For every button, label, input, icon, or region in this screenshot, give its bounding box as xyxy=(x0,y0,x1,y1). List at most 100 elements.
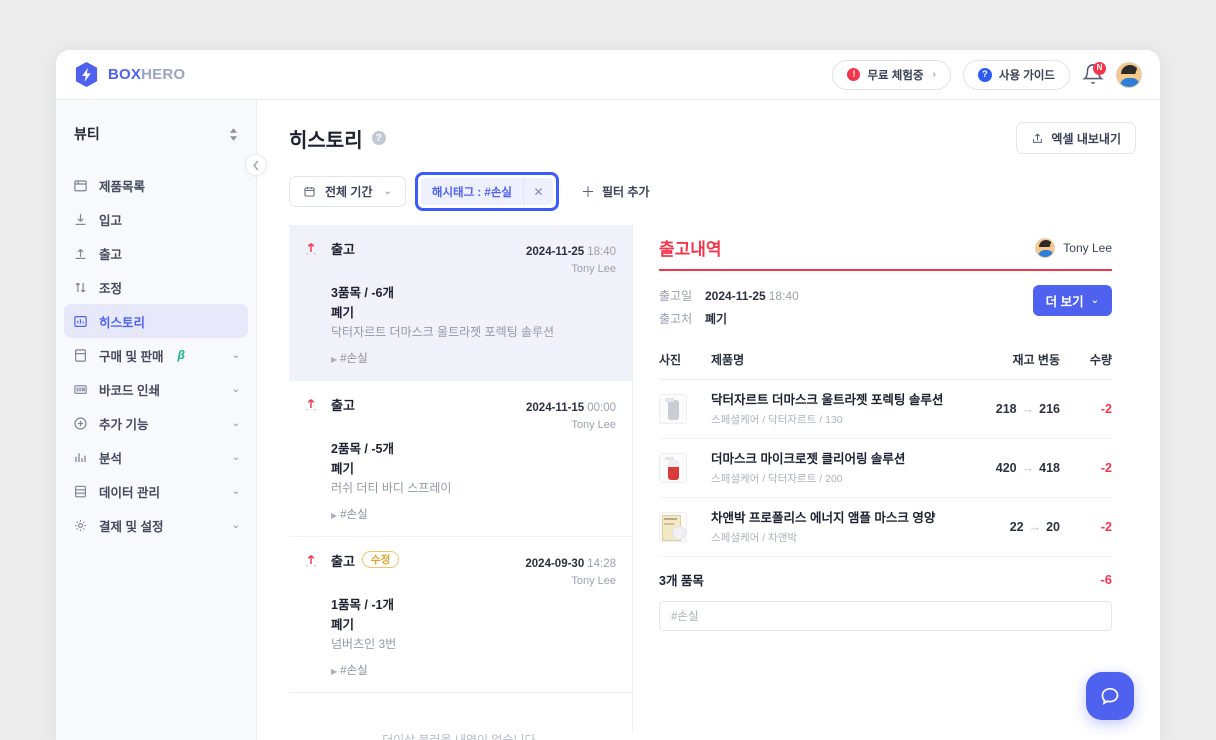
sidebar-item-products[interactable]: 제품목록 xyxy=(64,168,248,202)
table-row[interactable]: 차앤박 프로폴리스 에너지 앰플 마스크 영양 스페셜케어 / 차앤박 22 → 2… xyxy=(659,497,1112,557)
sidebar-item-label: 분석 xyxy=(99,451,123,466)
history-card-time: 14:28 xyxy=(587,558,616,571)
cell-stock-change: 22 → 20 xyxy=(950,497,1060,557)
detail-user: Tony Lee xyxy=(1035,237,1112,258)
notification-badge: N xyxy=(1093,61,1106,75)
history-card[interactable]: 출고 2024-11-25 18:40 Tony Lee 3품목 / -6개 폐기 xyxy=(289,225,632,382)
table-row[interactable]: 더마스크 마이크로젯 클리어링 솔루션 스페셜케어 / 닥터자르트 / 200 … xyxy=(659,438,1112,498)
outbound-arrow-icon xyxy=(303,396,319,417)
product-meta: 스페셜케어 / 닥터자르트 / 200 xyxy=(711,472,843,485)
active-filter-highlight: 해시태그 : #손실 ✕ xyxy=(414,172,559,211)
add-filter-label: 필터 추가 xyxy=(602,185,650,199)
sidebar-item-adjust[interactable]: 조정 xyxy=(64,270,248,304)
history-icon xyxy=(72,313,88,329)
sidebar-item-history[interactable]: 히스토리 xyxy=(64,304,248,338)
app-window: BOXHERO ! 무료 체험중 › ? 사용 가이드 N 뷰티 제품목록 입고… xyxy=(56,50,1160,740)
cell-quantity: -2 xyxy=(1060,438,1112,498)
sidebar-item-billing-settings[interactable]: 결제 및 설정 ⌄ xyxy=(64,508,248,542)
product-name: 차앤박 프로폴리스 에너지 앰플 마스크 영양 xyxy=(711,510,936,525)
history-card-meta: 2024-11-25 18:40 Tony Lee xyxy=(526,239,616,278)
notifications-button[interactable]: N xyxy=(1082,61,1106,87)
sidebar-item-inbound[interactable]: 입고 xyxy=(64,202,248,236)
close-icon[interactable]: ✕ xyxy=(523,178,553,205)
chevron-down-icon: ⌄ xyxy=(231,383,240,395)
date-range-filter[interactable]: 전체 기간 ⌄ xyxy=(289,176,406,207)
detail-title: 출고내역 xyxy=(659,240,722,259)
sidebar-item-outbound[interactable]: 출고 xyxy=(64,236,248,270)
sidebar-item-analysis[interactable]: 분석 ⌄ xyxy=(64,440,248,474)
history-card[interactable]: 출고 2024-11-15 00:00 Tony Lee 2품목 / -5개 폐기 xyxy=(289,381,632,538)
brand-logo-group[interactable]: BOXHERO xyxy=(74,61,185,88)
more-button[interactable]: 더 보기 ⌄ xyxy=(1032,285,1112,316)
user-guide-label: 사용 가이드 xyxy=(998,69,1055,82)
avatar[interactable] xyxy=(1116,61,1142,88)
chevron-down-icon: ⌄ xyxy=(231,519,240,531)
calendar-icon xyxy=(304,186,315,197)
history-card-body: 2품목 / -5개 폐기 러쉬 더티 바디 스프레이 ▶ #손실 xyxy=(331,440,616,522)
history-card-datetime: 2024-11-15 00:00 xyxy=(526,395,616,418)
trial-status-button[interactable]: ! 무료 체험중 › xyxy=(832,59,951,90)
hashtag-filter-chip[interactable]: 해시태그 : #손실 ✕ xyxy=(420,178,553,205)
sidebar-item-addons[interactable]: 추가 기능 ⌄ xyxy=(64,406,248,440)
excel-export-label: 엑셀 내보내기 xyxy=(1051,131,1121,146)
box-icon xyxy=(72,177,88,193)
help-icon[interactable]: ? xyxy=(371,131,386,145)
history-card-qty: 3품목 / -6개 xyxy=(331,286,394,301)
history-card-meta: 2024-11-15 00:00 Tony Lee xyxy=(526,395,616,434)
history-card-meta: 2024-09-30 14:28 Tony Lee xyxy=(525,551,616,590)
doc-icon xyxy=(72,347,88,363)
bottle-thumb xyxy=(659,393,687,424)
sidebar-item-data-management[interactable]: 데이터 관리 ⌄ xyxy=(64,474,248,508)
cell-product: 차앤박 프로폴리스 에너지 앰플 마스크 영양 스페셜케어 / 차앤박 xyxy=(711,497,950,557)
chat-support-button[interactable] xyxy=(1086,672,1134,720)
mask-sheet-thumb xyxy=(659,511,687,542)
history-card-header: 출고 2024-11-15 00:00 Tony Lee xyxy=(303,395,616,434)
history-card-tag-label: #손실 xyxy=(340,665,368,678)
sidebar-item-barcode-print[interactable]: 바코드 인쇄 ⌄ xyxy=(64,372,248,406)
chevron-down-icon: ⌄ xyxy=(1090,295,1099,306)
product-meta: 스페셜케어 / 닥터자르트 / 130 xyxy=(711,413,843,426)
brand-name-light: HERO xyxy=(141,66,186,83)
history-card-tag[interactable]: ▶ #손실 xyxy=(331,506,616,522)
table-row[interactable]: 닥터자르트 더마스크 울트라젯 포렉팅 솔루션 스페셜케어 / 닥터자르트 / … xyxy=(659,379,1112,439)
stock-to: 418 xyxy=(1039,460,1060,475)
history-card[interactable]: 출고 수정 2024-09-30 14:28 Tony Lee 1품목 / -1개 xyxy=(289,537,632,694)
user-guide-button[interactable]: ? 사용 가이드 xyxy=(962,59,1070,90)
top-bar-actions: ! 무료 체험중 › ? 사용 가이드 N xyxy=(832,59,1142,90)
avatar-body xyxy=(1120,77,1140,87)
add-filter-button[interactable]: ＋ 필터 추가 xyxy=(568,176,663,207)
history-card-tag-label: #손실 xyxy=(340,509,368,522)
sidebar-item-label: 구매 및 판매 xyxy=(99,349,164,364)
history-card-tag-label: #손실 xyxy=(340,353,368,366)
filter-bar: 전체 기간 ⌄ 해시태그 : #손실 ✕ ＋ 필터 추가 xyxy=(289,172,1136,211)
workspace-selector[interactable]: 뷰티 xyxy=(66,112,246,156)
history-card-time: 00:00 xyxy=(587,402,616,415)
excel-export-button[interactable]: 엑셀 내보내기 xyxy=(1016,122,1136,154)
total-quantity-value: -6 xyxy=(1100,571,1112,587)
stock-from: 218 xyxy=(995,401,1017,416)
thumb-shape xyxy=(668,399,679,420)
history-card-user: Tony Lee xyxy=(571,263,616,276)
history-card-user: Tony Lee xyxy=(571,575,616,588)
sidebar-collapse-button[interactable] xyxy=(245,154,267,176)
avatar-arm xyxy=(1049,241,1055,250)
hashtag-input[interactable]: #손실 xyxy=(659,600,1112,631)
product-name: 더마스크 마이크로젯 클리어링 솔루션 xyxy=(711,451,906,466)
history-card-qty: 1품목 / -1개 xyxy=(331,598,394,613)
history-card-datetime: 2024-09-30 14:28 xyxy=(525,551,616,574)
detail-field-row: 출고일 2024-11-25 18:40 xyxy=(659,285,1033,308)
sidebar-item-label: 결제 및 설정 xyxy=(99,519,164,534)
sidebar-item-label: 데이터 관리 xyxy=(99,485,160,500)
history-card-type: 출고 xyxy=(331,554,355,570)
sidebar-item-purchase-sales[interactable]: 구매 및 판매 β ⌄ xyxy=(64,338,248,372)
page-title: 히스토리 xyxy=(289,129,363,152)
history-card-date: 2024-09-30 xyxy=(525,558,585,571)
stock-from: 22 xyxy=(1009,519,1024,534)
table-header-row: 사진 제품명 재고 변동 수량 xyxy=(659,350,1112,380)
cell-quantity: -2 xyxy=(1060,379,1112,439)
chat-bubble-icon xyxy=(1101,687,1119,705)
history-card-tag[interactable]: ▶ #손실 xyxy=(331,350,616,366)
history-card-user: Tony Lee xyxy=(571,419,616,432)
history-card-tag[interactable]: ▶ #손실 xyxy=(331,662,616,678)
alert-icon: ! xyxy=(847,68,861,81)
